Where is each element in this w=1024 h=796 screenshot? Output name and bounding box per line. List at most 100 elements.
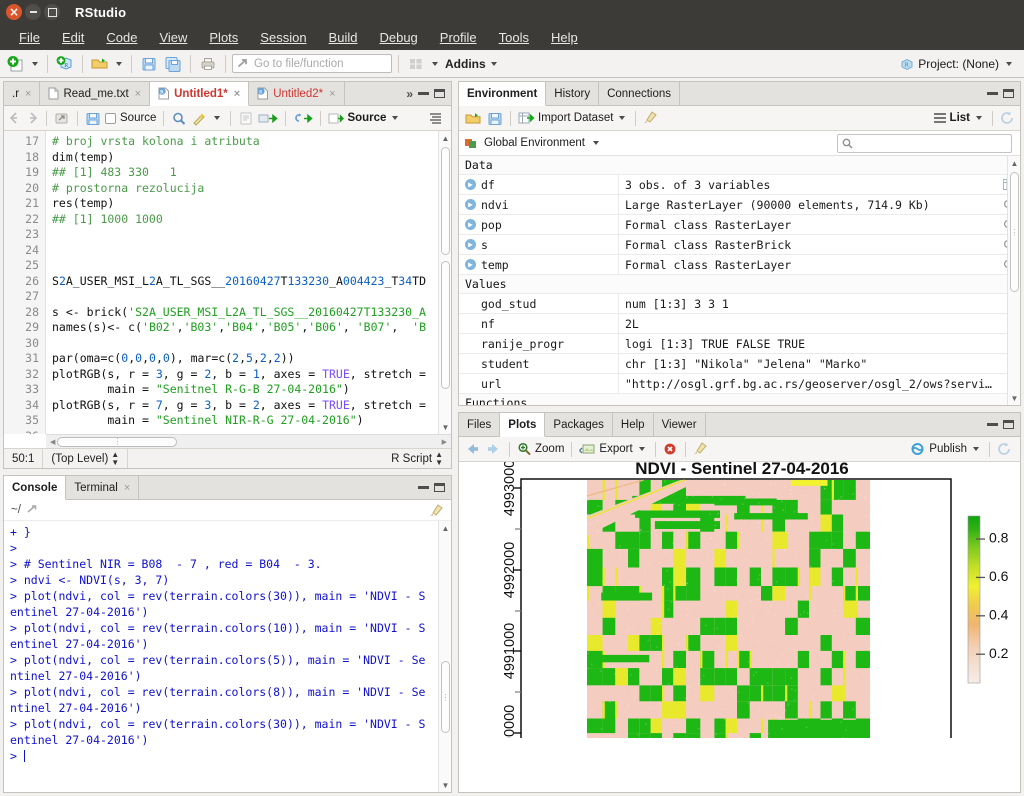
window-close-button[interactable] xyxy=(6,4,22,20)
environment-search-input[interactable] xyxy=(837,134,1012,153)
environment-row[interactable]: nf2L xyxy=(459,314,1020,334)
export-plot-caret[interactable] xyxy=(639,447,645,451)
show-document-outline-icon[interactable] xyxy=(428,111,446,125)
tab-terminal[interactable]: Terminal × xyxy=(66,476,139,499)
scope-selector[interactable]: (Top Level) ▲▼ xyxy=(43,449,128,468)
save-icon[interactable] xyxy=(138,53,160,75)
save-workspace-icon[interactable] xyxy=(487,111,503,126)
menu-build[interactable]: Build xyxy=(318,28,369,47)
global-environment-selector[interactable]: Global Environment xyxy=(464,136,602,150)
addins-dropdown-caret[interactable] xyxy=(491,62,497,66)
minimize-pane-icon[interactable] xyxy=(987,92,998,95)
code-tools-caret[interactable] xyxy=(214,116,220,120)
minimize-pane-icon[interactable] xyxy=(418,486,429,489)
expand-icon[interactable]: ▶ xyxy=(465,259,476,270)
close-icon[interactable]: × xyxy=(135,88,141,100)
close-icon[interactable]: × xyxy=(124,482,130,494)
menu-edit[interactable]: Edit xyxy=(51,28,95,47)
close-icon[interactable]: × xyxy=(25,88,31,100)
minimize-pane-icon[interactable] xyxy=(418,92,429,95)
global-environment-caret[interactable] xyxy=(593,141,599,145)
expand-icon[interactable]: ▶ xyxy=(465,239,476,250)
menu-tools[interactable]: Tools xyxy=(488,28,540,47)
environment-scroll-thumb[interactable]: ⋮ xyxy=(1010,172,1019,292)
source-tab-untitled1[interactable]: R Untitled1* × xyxy=(150,82,249,106)
scroll-down-icon[interactable]: ▼ xyxy=(440,421,451,433)
scroll-up-icon[interactable]: ▲ xyxy=(440,132,451,144)
window-minimize-button[interactable] xyxy=(25,4,41,20)
editor-code[interactable]: # broj vrsta kolona i atributadim(temp)#… xyxy=(46,131,451,434)
expand-icon[interactable]: ▶ xyxy=(465,219,476,230)
tab-packages[interactable]: Packages xyxy=(545,413,613,436)
source-editor[interactable]: 1718192021222324252627282930313233343536… xyxy=(4,131,451,434)
tab-plots[interactable]: Plots xyxy=(500,413,545,437)
editor-vertical-scrollbar[interactable]: ▲ ▼ xyxy=(438,131,451,434)
maximize-pane-icon[interactable] xyxy=(434,89,445,98)
next-plot-icon[interactable] xyxy=(485,442,502,456)
scroll-up-icon[interactable]: ▲ xyxy=(1009,157,1020,169)
tab-help[interactable]: Help xyxy=(613,413,654,436)
editor-scroll-thumb-2[interactable] xyxy=(441,261,450,389)
menu-view[interactable]: View xyxy=(148,28,198,47)
show-in-new-window-icon[interactable] xyxy=(54,111,70,126)
close-icon[interactable]: × xyxy=(234,88,240,100)
menu-debug[interactable]: Debug xyxy=(368,28,428,47)
plot-canvas[interactable]: NDVI - Sentinel 27-04-2016 4993000499200… xyxy=(459,462,1020,792)
menu-session[interactable]: Session xyxy=(249,28,317,47)
tab-console[interactable]: Console xyxy=(4,476,66,500)
import-dataset-button[interactable]: Import Dataset xyxy=(518,111,628,125)
run-line-icon[interactable] xyxy=(258,111,278,126)
source-on-save-checkbox[interactable]: Source xyxy=(105,112,156,124)
environment-row[interactable]: ranije_progrlogi [1:3] TRUE FALSE TRUE xyxy=(459,334,1020,354)
environment-row[interactable]: ▶tempFormal class RasterLayer xyxy=(459,255,1020,275)
load-workspace-icon[interactable] xyxy=(464,111,483,126)
export-plot-button[interactable]: Export xyxy=(579,442,647,456)
print-icon[interactable] xyxy=(197,53,219,75)
tab-environment[interactable]: Environment xyxy=(459,82,546,106)
window-maximize-button[interactable] xyxy=(44,4,60,20)
refresh-plot-icon[interactable] xyxy=(997,442,1012,456)
menu-profile[interactable]: Profile xyxy=(429,28,488,47)
panes-dropdown-caret[interactable] xyxy=(432,62,438,66)
scroll-down-icon[interactable]: ▼ xyxy=(1009,392,1020,404)
project-dropdown-caret[interactable] xyxy=(1006,62,1012,66)
expand-icon[interactable]: ▶ xyxy=(465,199,476,210)
minimize-pane-icon[interactable] xyxy=(987,423,998,426)
scroll-down-icon[interactable]: ▼ xyxy=(440,779,451,791)
go-to-file-input[interactable]: Go to file/function xyxy=(232,54,392,73)
clear-console-icon[interactable] xyxy=(429,504,444,517)
tab-connections[interactable]: Connections xyxy=(599,82,680,105)
source-dropdown-caret[interactable] xyxy=(392,116,398,120)
remove-plot-icon[interactable] xyxy=(663,442,678,456)
filetype-selector[interactable]: R Script ▲▼ xyxy=(383,451,451,467)
open-directory-icon[interactable] xyxy=(27,504,40,516)
new-file-icon[interactable] xyxy=(5,53,27,75)
menu-file[interactable]: File xyxy=(8,28,51,47)
rerun-icon[interactable] xyxy=(293,111,313,126)
environment-vertical-scrollbar[interactable]: ▲ ⋮ ▼ xyxy=(1007,156,1020,405)
clear-plots-icon[interactable] xyxy=(693,442,709,456)
environment-row[interactable]: url"http://osgl.grf.bg.ac.rs/geoserver/o… xyxy=(459,374,1020,394)
publish-button[interactable]: Publish xyxy=(910,442,982,456)
environment-row[interactable]: ▶ndviLarge RasterLayer (90000 elements, … xyxy=(459,195,1020,215)
source-tab-readme[interactable]: Read_me.txt × xyxy=(40,82,150,105)
new-file-dropdown-caret[interactable] xyxy=(32,62,38,66)
refresh-icon[interactable] xyxy=(1000,111,1015,125)
publish-caret[interactable] xyxy=(973,447,979,451)
open-file-dropdown-caret[interactable] xyxy=(116,62,122,66)
scroll-left-icon[interactable]: ◀ xyxy=(48,438,57,446)
environment-view-caret[interactable] xyxy=(976,116,982,120)
environment-table[interactable]: Data▶df3 obs. of 3 variables▶ndviLarge R… xyxy=(459,156,1020,405)
maximize-pane-icon[interactable] xyxy=(1003,89,1014,98)
scroll-up-icon[interactable]: ▲ xyxy=(440,522,451,534)
environment-row[interactable]: ▶sFormal class RasterBrick xyxy=(459,235,1020,255)
more-tabs-icon[interactable]: » xyxy=(406,87,413,101)
environment-row[interactable]: ▶popFormal class RasterLayer xyxy=(459,215,1020,235)
find-replace-icon[interactable] xyxy=(171,111,187,126)
console-output[interactable]: + }>> # Sentinel NIR = B08 - 7 , red = B… xyxy=(4,521,451,764)
import-dataset-caret[interactable] xyxy=(619,116,625,120)
tab-files[interactable]: Files xyxy=(459,413,500,436)
previous-plot-icon[interactable] xyxy=(464,442,481,456)
workspace-panes-icon[interactable] xyxy=(405,53,427,75)
maximize-pane-icon[interactable] xyxy=(434,483,445,492)
